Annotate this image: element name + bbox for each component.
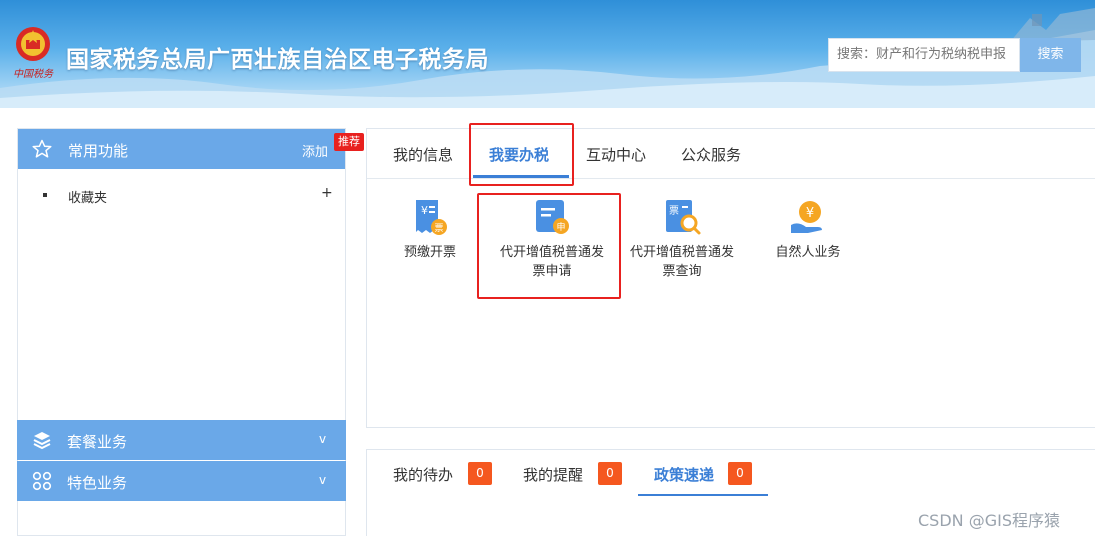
- app-label: 代开增值税普通发票查询: [629, 245, 734, 279]
- layers-icon: [33, 432, 51, 450]
- featured-business-label: 特色业务: [67, 474, 128, 492]
- favorites-item[interactable]: 收藏夹 +: [18, 185, 345, 206]
- yuan-hand-icon: ¥: [791, 201, 822, 233]
- policy-count-badge: 0: [728, 462, 752, 485]
- favorites-label: 收藏夹: [68, 191, 108, 206]
- add-button[interactable]: 添加: [302, 141, 328, 160]
- svg-text:票: 票: [434, 223, 443, 234]
- chevron-down-icon: v: [319, 473, 327, 487]
- package-business-label: 套餐业务: [67, 433, 128, 451]
- app-label: 自然人业务: [775, 245, 841, 260]
- highlight-box-tab: [469, 123, 574, 186]
- todo-count-badge: 0: [468, 462, 492, 485]
- app-prepay-invoice[interactable]: ¥ 票 预缴开票: [375, 197, 485, 262]
- reminder-count-badge: 0: [598, 462, 622, 485]
- highlight-box-app: [477, 193, 621, 299]
- recommend-badge: 推荐: [334, 133, 364, 151]
- tab-interaction-center[interactable]: 互动中心: [586, 144, 646, 165]
- grid-circles-icon: [32, 471, 52, 491]
- app-query-vat-invoice[interactable]: 票 代开增值税普通发票查询: [627, 197, 737, 281]
- common-functions-header: 常用功能 添加: [18, 129, 345, 169]
- tab-my-info[interactable]: 我的信息: [393, 144, 453, 165]
- active-tab-indicator: [638, 494, 768, 496]
- tab-public-service[interactable]: 公众服务: [681, 144, 741, 165]
- star-icon: [32, 139, 52, 158]
- watermark-text: CSDN @GIS程序猿: [918, 511, 1060, 530]
- search-button[interactable]: 搜索: [1020, 38, 1081, 72]
- tax-emblem-logo: 中国税务: [13, 27, 54, 80]
- invoice-ticket-icon: ¥ 票: [416, 200, 447, 235]
- tab-my-todo[interactable]: 我的待办: [393, 464, 453, 485]
- tab-my-reminders[interactable]: 我的提醒: [523, 464, 583, 485]
- bullet-icon: [43, 193, 47, 197]
- svg-text:¥: ¥: [806, 206, 814, 221]
- svg-text:票: 票: [669, 205, 679, 217]
- package-business-section[interactable]: 套餐业务 v: [17, 420, 346, 460]
- app-label: 预缴开票: [403, 245, 456, 260]
- search-invoice-icon: 票: [666, 200, 701, 235]
- site-title: 国家税务总局广西壮族自治区电子税务局: [66, 47, 489, 73]
- favorites-add-button[interactable]: +: [321, 185, 333, 201]
- svg-text:¥: ¥: [421, 204, 428, 217]
- search-input[interactable]: 搜索：财产和行为税纳税申报: [828, 38, 1020, 72]
- app-natural-person[interactable]: ¥ 自然人业务: [753, 197, 863, 262]
- common-functions-title: 常用功能: [68, 142, 129, 160]
- tab-policy-express[interactable]: 政策速递: [654, 464, 714, 485]
- emblem-text: 中国税务: [13, 68, 54, 80]
- featured-business-section[interactable]: 特色业务 v: [17, 461, 346, 501]
- chevron-down-icon: v: [319, 432, 327, 446]
- header-banner: 中国税务 国家税务总局广西壮族自治区电子税务局 搜索：财产和行为税纳税申报 搜索: [0, 0, 1095, 108]
